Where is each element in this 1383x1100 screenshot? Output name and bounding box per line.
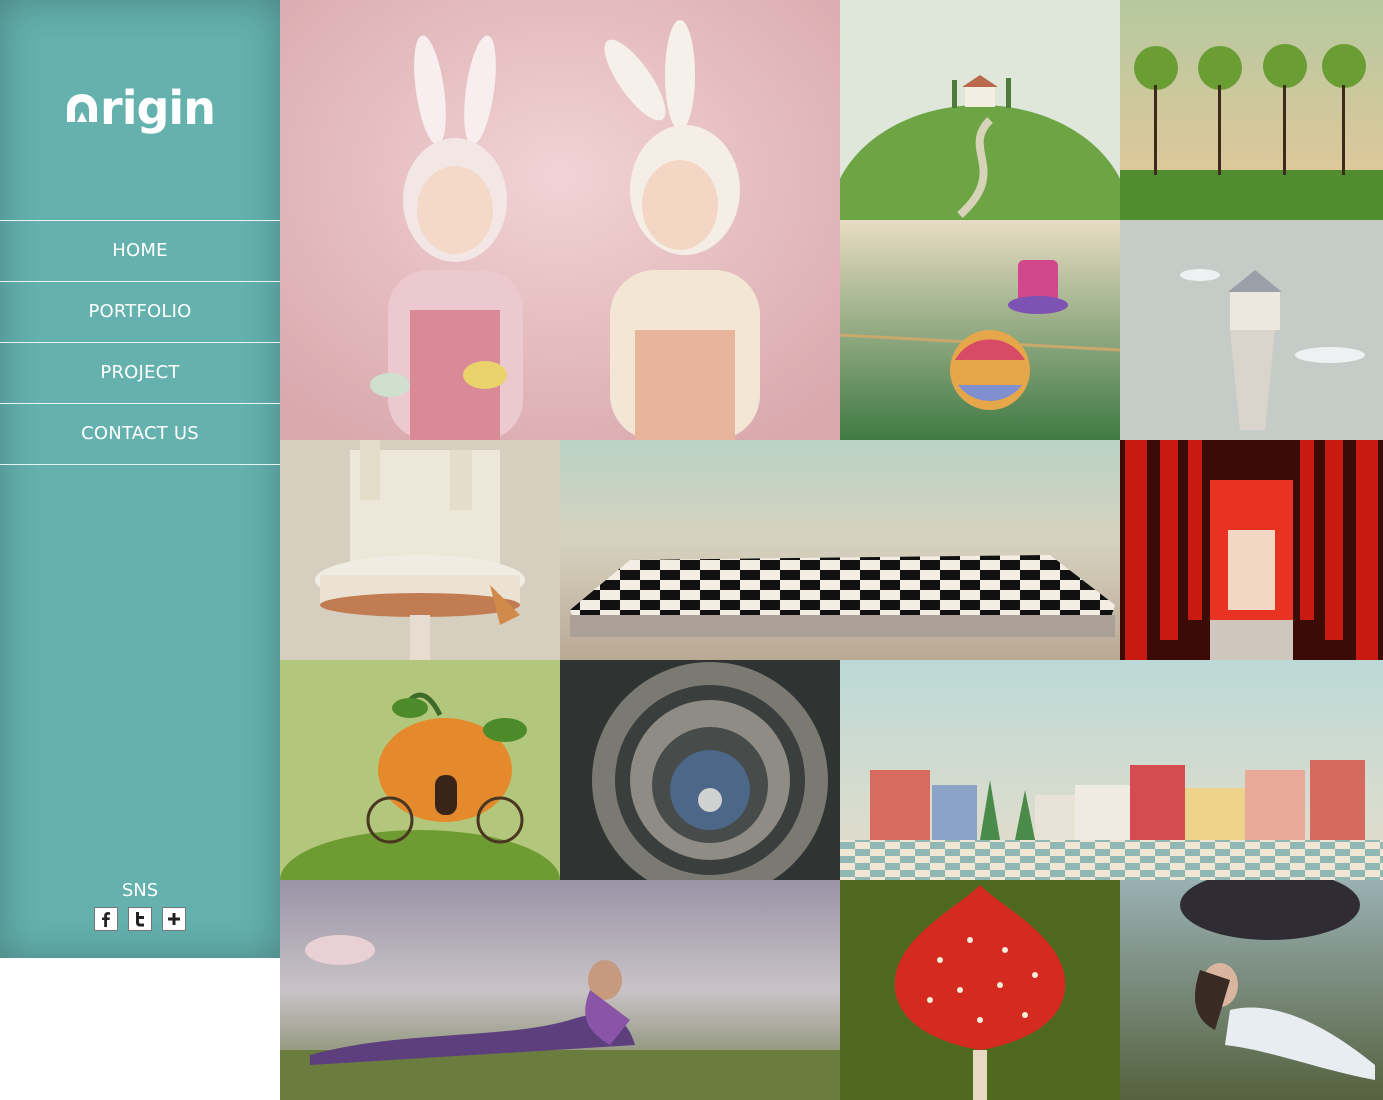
nav-item-portfolio[interactable]: PORTFOLIO xyxy=(0,281,280,342)
plus-icon[interactable] xyxy=(162,907,186,931)
gallery-tile-tower-castle[interactable] xyxy=(1120,220,1383,440)
gallery-tile-mushroom-heart[interactable] xyxy=(840,880,1120,1100)
gallery-tile-red-torii-gates[interactable] xyxy=(1120,440,1383,660)
gallery-tile-pumpkin-carriage[interactable] xyxy=(280,660,560,880)
twitter-icon[interactable] xyxy=(128,907,152,931)
nav-item-project[interactable]: PROJECT xyxy=(0,342,280,403)
gallery-tile-toy-town[interactable] xyxy=(840,660,1383,880)
gallery-tile-castle-cake[interactable] xyxy=(280,440,560,660)
logo[interactable]: rigin xyxy=(0,78,280,138)
logo-mark-icon xyxy=(67,94,98,122)
nav-item-home[interactable]: HOME xyxy=(0,220,280,281)
facebook-icon[interactable] xyxy=(94,907,118,931)
gallery-tile-bunny-girls[interactable] xyxy=(280,0,840,440)
gallery-tile-chessboard-landscape[interactable] xyxy=(560,440,1120,660)
nav-item-contact-us[interactable]: CONTACT US xyxy=(0,403,280,465)
logo-text: rigin xyxy=(100,81,216,135)
sidebar: rigin HOME PORTFOLIO PROJECT CONTACT US … xyxy=(0,0,280,958)
gallery-tile-woman-in-grass[interactable] xyxy=(1120,880,1383,1100)
gallery-tile-green-hill-house[interactable] xyxy=(840,0,1120,220)
sns-section: SNS xyxy=(0,880,280,931)
sns-icons xyxy=(0,907,280,931)
gallery-tile-round-trees[interactable] xyxy=(1120,0,1383,220)
gallery-tile-spiral-staircase[interactable] xyxy=(560,660,840,880)
main-nav: HOME PORTFOLIO PROJECT CONTACT US xyxy=(0,220,280,465)
gallery-tile-tightrope-ball-hat[interactable] xyxy=(840,220,1120,440)
gallery-tile-purple-dress-woman[interactable] xyxy=(280,880,840,1100)
sns-label: SNS xyxy=(121,880,159,901)
